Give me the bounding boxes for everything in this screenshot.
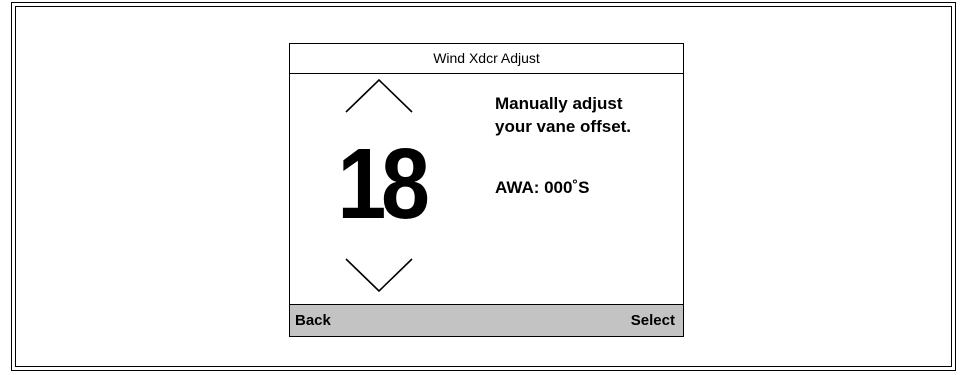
chevron-down-icon[interactable] xyxy=(344,257,414,293)
select-button[interactable]: Select xyxy=(631,305,675,336)
offset-value: 18 xyxy=(337,128,430,240)
instruction-line-2: your vane offset. xyxy=(495,117,632,136)
back-button[interactable]: Back xyxy=(295,305,331,336)
page-title: Wind Xdcr Adjust xyxy=(290,44,683,74)
softkey-bar: Back Select xyxy=(290,304,683,336)
awa-readout: AWA: 000˚S xyxy=(495,178,590,197)
device-screen: Wind Xdcr Adjust 18 Manually adjust your… xyxy=(289,43,684,337)
instruction-line-1: Manually adjust xyxy=(495,94,623,113)
instruction-text: Manually adjust your vane offset. xyxy=(495,92,680,138)
chevron-up-icon[interactable] xyxy=(344,78,414,114)
